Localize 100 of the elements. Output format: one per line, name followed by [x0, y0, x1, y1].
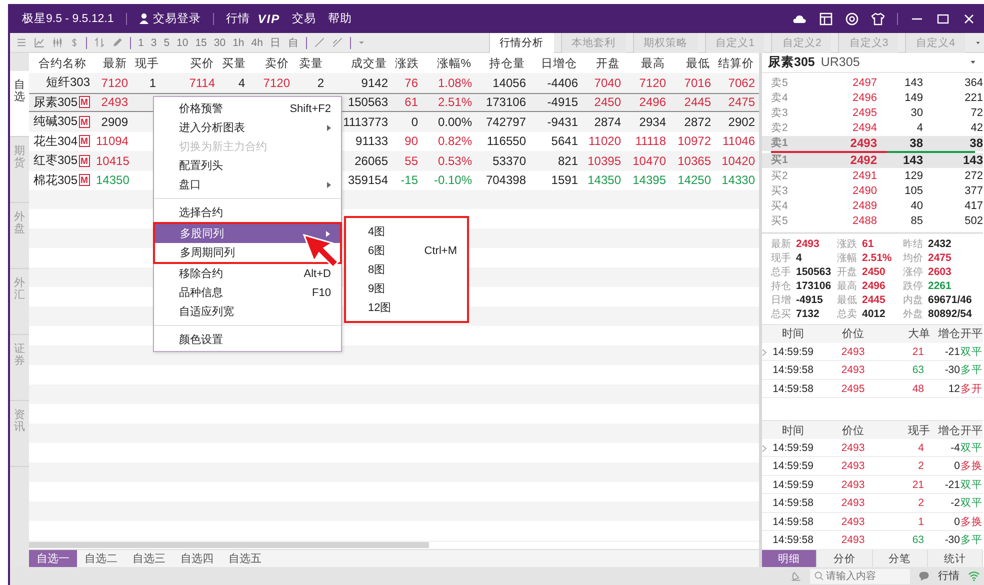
menu-item[interactable]: 12图 — [346, 298, 467, 317]
column-header[interactable]: 成交量 — [327, 56, 391, 70]
dollar-icon[interactable] — [70, 37, 79, 48]
table-cell-text: 53370 — [492, 154, 527, 168]
column-header[interactable]: 最高 — [624, 56, 669, 70]
sort-icon[interactable] — [94, 37, 105, 48]
column-header[interactable]: 涨跌 — [391, 56, 421, 70]
column-header[interactable]: 合约名称 — [29, 56, 96, 70]
chat-icon[interactable] — [918, 570, 930, 582]
market-menu[interactable]: 行情 VIP — [226, 11, 280, 26]
side-tab[interactable]: 自选 — [10, 71, 29, 137]
caret-icon[interactable] — [969, 58, 977, 66]
watchlist-tab[interactable]: 自选二 — [77, 550, 125, 567]
search-icon — [814, 570, 824, 580]
satellite-icon[interactable] — [790, 570, 802, 582]
trade-price: 2493 — [840, 534, 866, 546]
trade-volume: 2 — [917, 460, 925, 472]
trade-price: 2493 — [840, 346, 866, 358]
user-icon — [138, 13, 149, 24]
menu-item[interactable]: 9图 — [346, 279, 467, 298]
column-header: 开平 — [960, 424, 983, 438]
line-tool-icon[interactable] — [314, 37, 325, 48]
menu-item[interactable]: 帮助 — [328, 11, 352, 26]
close-icon[interactable] — [962, 12, 976, 26]
table-row[interactable]: 短纤303 7120 1 7114 4 7120 2 9142 76 1.08% 14056 -4406 7040 7120 7016 7062 — [29, 73, 759, 92]
column-header[interactable]: 日增仓 — [529, 56, 581, 70]
table-cell-text: 2 — [316, 76, 325, 90]
view-tab[interactable]: 行情分析 — [488, 32, 554, 52]
scrollbar[interactable] — [29, 542, 429, 548]
line-tool-icon[interactable] — [332, 37, 343, 48]
menu-item[interactable]: 交易 — [292, 11, 316, 26]
period-button[interactable]: 4h — [251, 36, 263, 48]
login-menu[interactable]: 交易登录 — [138, 11, 201, 26]
book-total: 72 — [970, 106, 983, 119]
table-cell-text: 14250 — [676, 173, 712, 188]
period-button[interactable]: 日 — [270, 36, 281, 50]
menu-item[interactable]: 自适应列宽 — [154, 302, 341, 321]
book-price: 2497 — [852, 76, 877, 89]
watchlist-tab[interactable]: 自选五 — [221, 550, 269, 567]
menu-item[interactable]: 品种信息 F10 — [154, 283, 341, 302]
column-header: 大单 — [907, 327, 930, 342]
table-cell-text: 7120 — [262, 76, 291, 90]
column-header[interactable]: 卖量 — [293, 56, 327, 70]
table-cell-text: 11118 — [634, 134, 667, 148]
table-cell-text: 7120 — [100, 76, 129, 90]
table-cell-text: 821 — [556, 154, 579, 168]
contract-code: UR305 — [820, 55, 860, 70]
column-header[interactable]: 卖价 — [248, 56, 293, 70]
period-button[interactable]: 1 — [138, 36, 144, 48]
book-total: 364 — [964, 76, 983, 89]
chart-icon[interactable] — [34, 37, 45, 48]
menu-item[interactable]: 6图 Ctrl+M — [346, 241, 467, 260]
book-price: 2490 — [852, 184, 877, 197]
detail-tab[interactable]: 明细 — [762, 550, 818, 568]
search-field[interactable]: 请输入内容 — [810, 568, 910, 584]
column-header[interactable]: 结算价 — [714, 56, 758, 70]
table-cell-text: 1 — [148, 76, 157, 90]
menu-item[interactable]: 选择合约 — [154, 203, 341, 222]
menu-item[interactable]: 多股同列 — [155, 224, 340, 243]
book-volume: 38 — [908, 136, 923, 150]
detail-tab[interactable]: 分笔 — [872, 550, 928, 568]
watchlist-tab[interactable]: 自选四 — [173, 550, 221, 567]
period-button[interactable]: 自 — [288, 36, 299, 50]
list-icon[interactable] — [16, 37, 27, 48]
period-button[interactable]: 3 — [150, 36, 157, 48]
column-header[interactable]: 买量 — [218, 56, 248, 70]
column-header[interactable]: 开盘 — [581, 56, 624, 70]
column-header[interactable]: 现手 — [131, 56, 159, 70]
layout-icon[interactable] — [819, 12, 833, 26]
column-header[interactable]: 最新 — [96, 56, 131, 70]
candlestick-icon[interactable] — [52, 37, 63, 48]
column-header[interactable]: 持仓量 — [475, 56, 529, 70]
trade-time: 14:59:58 — [772, 382, 814, 395]
period-button[interactable]: 30 — [214, 36, 226, 48]
period-button[interactable]: 5 — [164, 36, 170, 48]
column-header[interactable]: 买价 — [159, 56, 218, 70]
menu-item[interactable]: 8图 — [346, 260, 467, 279]
menu-item[interactable]: 移除合约 Alt+D — [154, 264, 341, 283]
column-header[interactable]: 涨幅% — [421, 56, 475, 70]
table-cell-text: 5641 — [550, 134, 579, 148]
menu-item[interactable]: 4图 — [346, 222, 467, 241]
trade-price: 2493 — [840, 497, 866, 510]
table-cell-text: 26065 — [354, 154, 389, 168]
trade-volume: 21 — [911, 346, 925, 358]
period-button[interactable]: 10 — [176, 36, 188, 48]
menu-item[interactable]: 颜色设置 — [154, 330, 341, 349]
watchlist-tab[interactable]: 自选一 — [29, 550, 77, 567]
pen-icon[interactable] — [112, 37, 123, 48]
main-contract-badge: M — [78, 96, 90, 108]
book-price: 2496 — [852, 92, 877, 104]
shirt-icon[interactable] — [871, 12, 885, 26]
table-cell-text: 10415 — [96, 154, 130, 168]
period-button[interactable]: 15 — [195, 36, 207, 48]
settings-icon[interactable] — [845, 12, 859, 26]
maximize-icon[interactable] — [936, 12, 950, 26]
trade-volume: 63 — [911, 364, 925, 376]
trade-action: 双平 — [960, 344, 983, 359]
watchlist-tab[interactable]: 自选三 — [125, 550, 173, 567]
column-header[interactable]: 最低 — [669, 56, 714, 70]
period-button[interactable]: 1h — [232, 36, 244, 48]
